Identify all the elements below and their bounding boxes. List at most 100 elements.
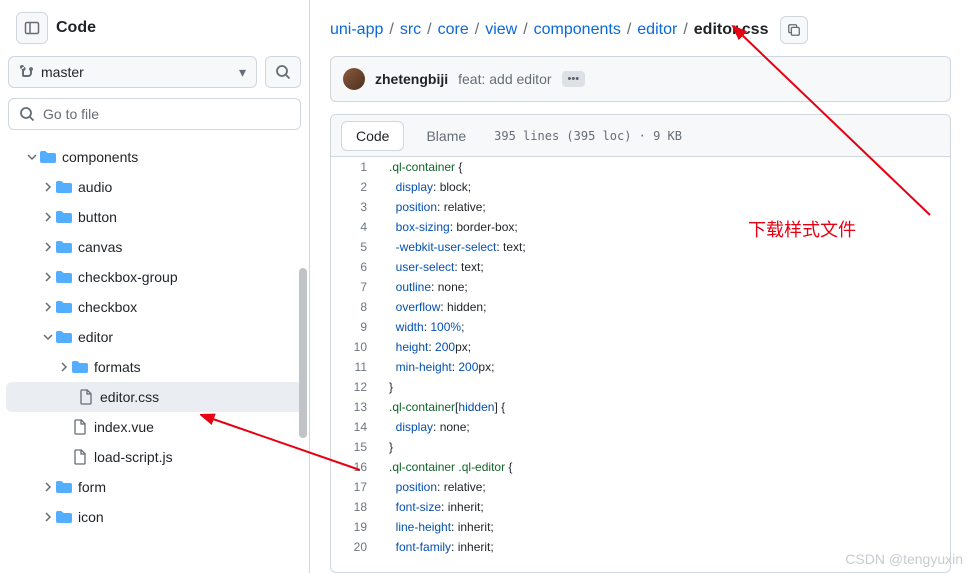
line-number[interactable]: 5	[331, 237, 381, 257]
tree-folder[interactable]: components	[0, 142, 309, 172]
line-number[interactable]: 2	[331, 177, 381, 197]
tree-folder[interactable]: formats	[0, 352, 309, 382]
line-number[interactable]: 17	[331, 477, 381, 497]
commit-author[interactable]: zhetengbiji	[375, 71, 448, 87]
code-view[interactable]: 1.ql-container {2 display: block;3 posit…	[331, 157, 950, 572]
code-line: 10 height: 200px;	[331, 337, 950, 357]
tree-file[interactable]: index.vue	[0, 412, 309, 442]
code-line: 16.ql-container .ql-editor {	[331, 457, 950, 477]
line-number[interactable]: 20	[331, 537, 381, 557]
avatar[interactable]	[343, 68, 365, 90]
line-number[interactable]: 7	[331, 277, 381, 297]
breadcrumb-sep: /	[627, 21, 631, 39]
chevron-icon	[62, 389, 78, 405]
goto-placeholder: Go to file	[43, 106, 99, 122]
tree-folder[interactable]: checkbox	[0, 292, 309, 322]
code-line: 1.ql-container {	[331, 157, 950, 177]
chevron-icon	[40, 269, 56, 285]
tree-folder[interactable]: icon	[0, 502, 309, 532]
tree-item-label: formats	[94, 359, 141, 375]
tree-folder[interactable]: button	[0, 202, 309, 232]
code-line: 18 font-size: inherit;	[331, 497, 950, 517]
breadcrumb-link[interactable]: editor	[637, 21, 677, 39]
breadcrumb: uni-app/src/core/view/components/editor/…	[310, 16, 971, 56]
chevron-icon	[40, 509, 56, 525]
commit-bar[interactable]: zhetengbiji feat: add editor •••	[330, 56, 951, 102]
commit-message[interactable]: feat: add editor	[458, 71, 551, 87]
sidebar: Code master ▾ Go to file componentsaudio…	[0, 0, 310, 573]
tab-code[interactable]: Code	[341, 121, 404, 151]
tree-folder[interactable]: editor	[0, 322, 309, 352]
line-number[interactable]: 14	[331, 417, 381, 437]
chevron-icon	[56, 449, 72, 465]
tree-folder[interactable]: canvas	[0, 232, 309, 262]
line-number[interactable]: 15	[331, 437, 381, 457]
line-number[interactable]: 9	[331, 317, 381, 337]
commit-expand[interactable]: •••	[562, 71, 586, 87]
caret-down-icon: ▾	[239, 64, 246, 81]
line-number[interactable]: 12	[331, 377, 381, 397]
chevron-icon	[56, 359, 72, 375]
tree-folder[interactable]: checkbox-group	[0, 262, 309, 292]
tab-blame[interactable]: Blame	[412, 121, 480, 151]
chevron-icon	[40, 209, 56, 225]
tree-item-label: editor	[78, 329, 113, 345]
code-line: 6 user-select: text;	[331, 257, 950, 277]
folder-icon	[56, 509, 72, 525]
tree-item-label: editor.css	[100, 389, 159, 405]
breadcrumb-link[interactable]: core	[438, 21, 469, 39]
code-line: 8 overflow: hidden;	[331, 297, 950, 317]
tree-item-label: icon	[78, 509, 104, 525]
file-icon	[72, 449, 88, 465]
folder-icon	[56, 239, 72, 255]
line-number[interactable]: 10	[331, 337, 381, 357]
breadcrumb-sep: /	[523, 21, 527, 39]
line-number[interactable]: 18	[331, 497, 381, 517]
line-number[interactable]: 16	[331, 457, 381, 477]
search-button[interactable]	[265, 56, 301, 88]
chevron-icon	[40, 479, 56, 495]
line-number[interactable]: 11	[331, 357, 381, 377]
tree-file[interactable]: load-script.js	[0, 442, 309, 472]
chevron-icon	[40, 239, 56, 255]
chevron-icon	[56, 419, 72, 435]
breadcrumb-sep: /	[683, 21, 687, 39]
breadcrumb-link[interactable]: uni-app	[330, 21, 383, 39]
folder-icon	[72, 359, 88, 375]
tree-file[interactable]: editor.css	[6, 382, 303, 412]
copy-path-button[interactable]	[780, 16, 808, 44]
folder-icon	[56, 299, 72, 315]
line-number[interactable]: 1	[331, 157, 381, 177]
tree-folder[interactable]: audio	[0, 172, 309, 202]
branch-selector[interactable]: master ▾	[8, 56, 257, 88]
file-meta: 395 lines (395 loc) · 9 KB	[494, 129, 682, 143]
line-number[interactable]: 4	[331, 217, 381, 237]
line-number[interactable]: 8	[331, 297, 381, 317]
breadcrumb-sep: /	[475, 21, 479, 39]
folder-icon	[40, 149, 56, 165]
line-number[interactable]: 3	[331, 197, 381, 217]
branch-name: master	[41, 64, 84, 80]
folder-icon	[56, 269, 72, 285]
search-icon	[19, 106, 35, 122]
folder-icon	[56, 329, 72, 345]
file-tree: componentsaudiobuttoncanvas checkbox-grou…	[0, 138, 309, 552]
line-number[interactable]: 6	[331, 257, 381, 277]
line-number[interactable]: 13	[331, 397, 381, 417]
search-icon	[275, 64, 291, 80]
sidebar-toggle-button[interactable]	[16, 12, 48, 44]
tree-item-label: checkbox-group	[78, 269, 178, 285]
copy-icon	[787, 23, 801, 37]
tree-item-label: load-script.js	[94, 449, 173, 465]
breadcrumb-link[interactable]: components	[534, 21, 621, 39]
goto-file-input[interactable]: Go to file	[8, 98, 301, 130]
file-box: Code Blame 395 lines (395 loc) · 9 KB 1.…	[330, 114, 951, 573]
code-line: 9 width: 100%;	[331, 317, 950, 337]
breadcrumb-link[interactable]: view	[485, 21, 517, 39]
code-line: 4 box-sizing: border-box;	[331, 217, 950, 237]
breadcrumb-link[interactable]: src	[400, 21, 421, 39]
scrollbar[interactable]	[299, 268, 307, 438]
panel-icon	[24, 20, 40, 36]
tree-folder[interactable]: form	[0, 472, 309, 502]
line-number[interactable]: 19	[331, 517, 381, 537]
